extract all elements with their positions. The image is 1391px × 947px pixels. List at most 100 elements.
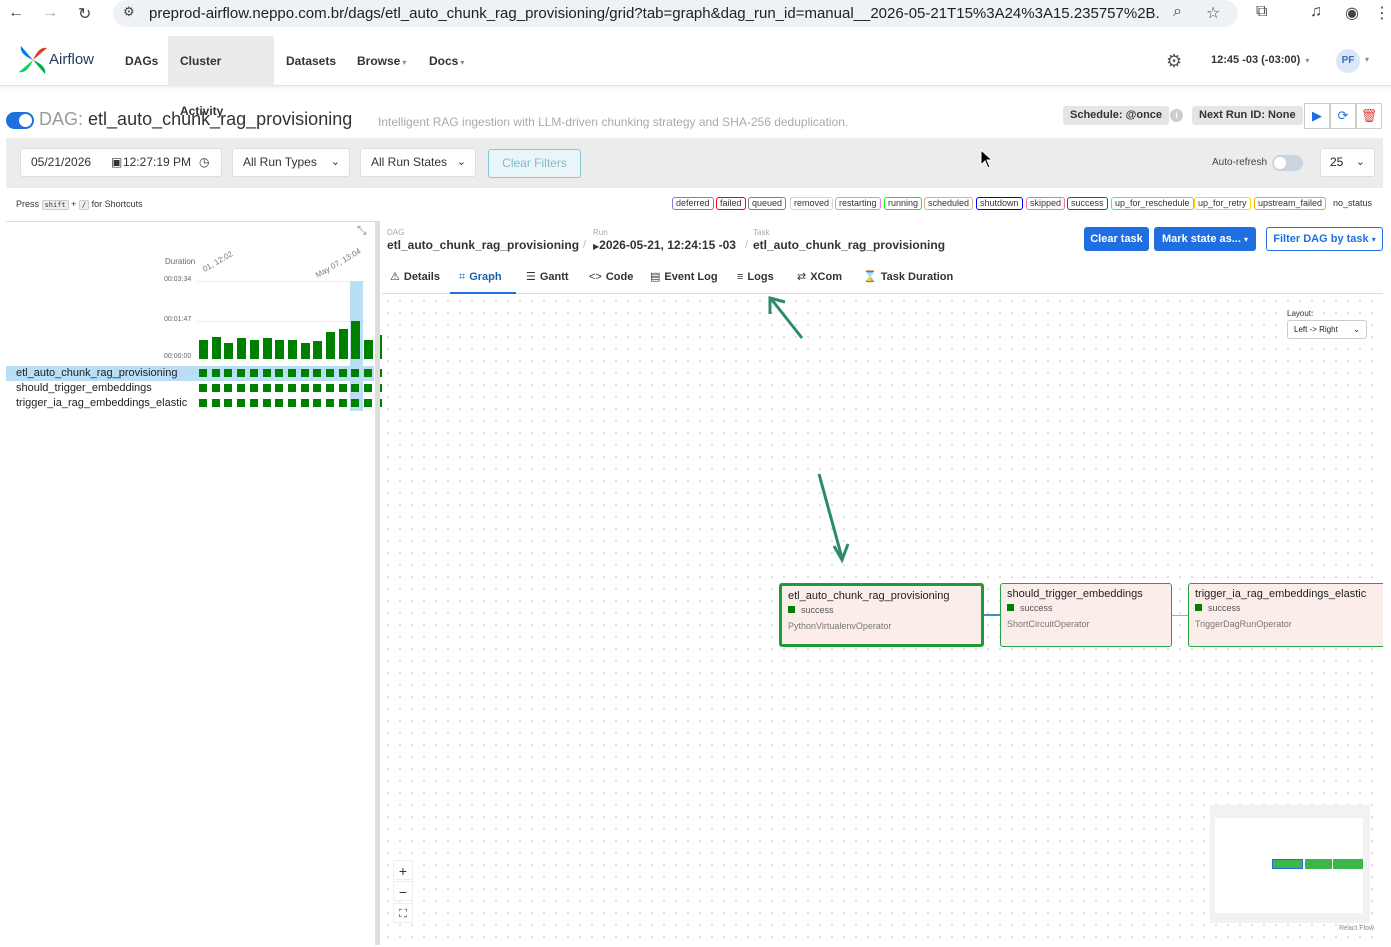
tab-event-log[interactable]: ▤ Event Log [650,264,718,294]
duration-bar[interactable] [275,340,284,359]
task-instance-square[interactable] [263,369,271,377]
duration-bar[interactable] [301,343,310,359]
media-icon[interactable]: ♫ [1310,3,1322,21]
legend-up-for-reschedule[interactable]: up_for_reschedule [1111,197,1194,210]
clear-filters-button[interactable]: Clear Filters [488,149,581,178]
task-instance-square[interactable] [224,399,232,407]
info-icon[interactable]: i [1170,109,1183,122]
task-instance-square[interactable] [313,369,321,377]
legend-running[interactable]: running [884,197,923,210]
back-icon[interactable]: ← [8,4,24,22]
task-instance-square[interactable] [301,369,309,377]
tab-logs[interactable]: ≡ Logs [737,264,774,294]
task-instance-square[interactable] [288,399,296,407]
duration-bar[interactable] [224,343,233,359]
reload-icon[interactable]: ↻ [78,4,91,24]
react-flow-attribution[interactable]: React Flow [1339,925,1374,932]
tab-details[interactable]: ⚠ Details [390,264,440,294]
task-instance-square[interactable] [351,384,359,392]
task-instance-square[interactable] [212,384,220,392]
forward-icon[interactable]: → [42,4,58,22]
legend-deferred[interactable]: deferred [672,197,714,210]
menu-icon[interactable]: ⋮ [1374,3,1390,23]
airflow-logo-icon[interactable] [17,44,49,76]
legend-removed[interactable]: removed [790,197,834,210]
gear-icon[interactable]: ⚙ [1166,51,1182,72]
tab-graph[interactable]: ⌗ Graph [450,264,516,294]
dag-pause-toggle[interactable] [6,112,34,129]
duration-bar[interactable] [237,338,246,359]
task-instance-square[interactable] [199,369,207,377]
breadcrumb-run[interactable]: Run ▶2026-05-21, 12:24:15 -03 [593,228,736,252]
legend-upstream-failed[interactable]: upstream_failed [1254,197,1327,210]
mark-state-button[interactable]: Mark state as... ▾ [1154,227,1256,251]
page-size-select[interactable]: 25 ⌄ [1320,148,1375,177]
task-instance-square[interactable] [288,369,296,377]
task-instance-square[interactable] [275,399,283,407]
duration-bar[interactable] [313,341,322,359]
fit-view-button[interactable]: ⛶ [393,903,413,923]
tab-code[interactable]: <> Code [589,264,633,294]
clear-task-button[interactable]: Clear task [1084,227,1149,251]
profile-icon[interactable]: ◉ [1345,3,1359,23]
zoom-out-button[interactable]: − [393,881,413,901]
task-instance-square[interactable] [313,384,321,392]
task-instance-square[interactable] [301,384,309,392]
task-instance-square[interactable] [351,369,359,377]
task-instance-square[interactable] [224,369,232,377]
task-instance-square[interactable] [339,369,347,377]
task-instance-square[interactable] [263,399,271,407]
task-instance-square[interactable] [288,384,296,392]
duration-bar[interactable] [250,340,259,359]
legend-success[interactable]: success [1067,197,1108,210]
zoom-in-button[interactable]: + [393,860,413,880]
task-instance-square[interactable] [250,399,258,407]
task-instance-square[interactable] [224,384,232,392]
base-date-input[interactable]: 05/21/2026 ▣ 12:27:19 PM ◷ [20,148,222,177]
bookmark-star-icon[interactable]: ☆ [1206,3,1220,23]
nav-datasets[interactable]: Datasets [274,36,348,86]
duration-bar[interactable] [212,337,221,359]
delete-dag-button[interactable]: 🗑 [1356,103,1382,129]
task-instance-square[interactable] [351,399,359,407]
legend-up-for-retry[interactable]: up_for_retry [1194,197,1251,210]
nav-browse[interactable]: Browse ▾ [345,36,418,86]
task-instance-square[interactable] [199,399,207,407]
task-instance-square[interactable] [237,369,245,377]
duration-bar[interactable] [263,338,272,359]
nav-docs[interactable]: Docs ▾ [417,36,476,86]
graph-node[interactable]: should_trigger_embeddings success ShortC… [1000,583,1172,647]
legend-shutdown[interactable]: shutdown [976,197,1023,210]
task-instance-square[interactable] [364,384,372,392]
zoom-icon[interactable]: ⌕ [1173,3,1182,21]
legend-no-status[interactable]: no_status [1329,197,1377,210]
task-instance-square[interactable] [250,384,258,392]
task-instance-square[interactable] [313,399,321,407]
avatar[interactable]: PF [1336,49,1360,73]
task-instance-square[interactable] [199,384,207,392]
task-instance-square[interactable] [364,369,372,377]
url-text[interactable]: preprod-airflow.neppo.com.br/dags/etl_au… [149,5,1159,22]
task-instance-square[interactable] [275,384,283,392]
duration-bar[interactable] [199,340,208,359]
tab-gantt[interactable]: ☰ Gantt [526,264,569,294]
task-instance-square[interactable] [301,399,309,407]
task-instance-square[interactable] [364,399,372,407]
legend-restarting[interactable]: restarting [835,197,881,210]
duration-bar[interactable] [288,340,297,359]
filter-dag-by-task-button[interactable]: Filter DAG by task ▾ [1266,227,1383,251]
panel-resize-handle[interactable] [375,221,380,945]
run-types-select[interactable]: All Run Types ⌄ [232,148,350,177]
task-instance-square[interactable] [237,399,245,407]
tab-xcom[interactable]: ⇄ XCom [797,264,842,294]
task-instance-square[interactable] [212,399,220,407]
trigger-dag-button[interactable]: ▶ [1304,103,1330,129]
auto-refresh-toggle[interactable] [1272,155,1303,171]
breadcrumb-dag[interactable]: DAG etl_auto_chunk_rag_provisioning [387,228,579,252]
legend-skipped[interactable]: skipped [1026,197,1066,210]
task-instance-square[interactable] [326,399,334,407]
extensions-icon[interactable]: ⧉ [1256,3,1267,21]
duration-bar[interactable] [364,340,373,359]
layout-select[interactable]: Left -> Right ⌄ [1287,320,1367,339]
graph-node[interactable]: trigger_ia_rag_embeddings_elastic succes… [1188,583,1383,647]
